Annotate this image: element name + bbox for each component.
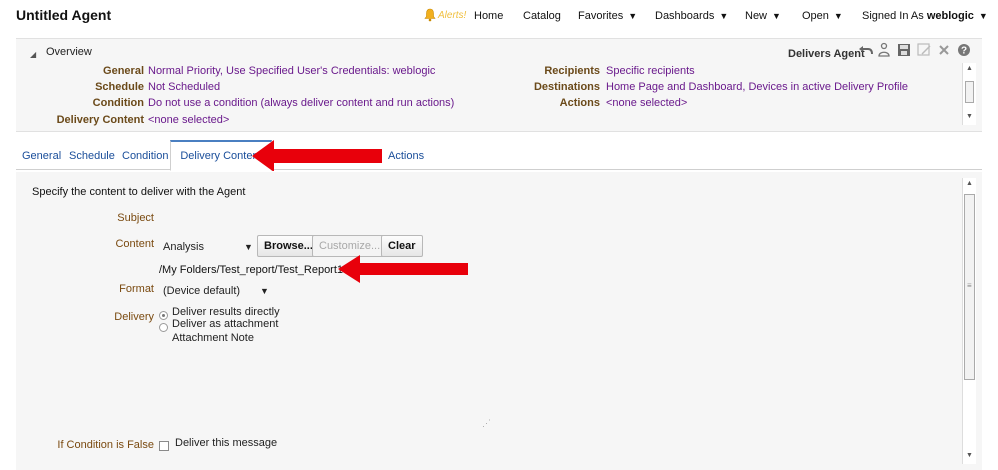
nav-favorites[interactable]: Favorites ▼: [578, 10, 637, 22]
ov-actions-value[interactable]: <none selected>: [606, 97, 687, 109]
format-select[interactable]: (Device default) ▼: [160, 282, 278, 300]
save-as-icon: [917, 43, 931, 56]
ov-condition-label: Condition: [92, 97, 144, 109]
nav-catalog[interactable]: Catalog: [523, 10, 561, 22]
top-bar: Untitled Agent Alerts! Home Catalog Favo…: [0, 0, 998, 32]
subject-label: Subject: [117, 212, 154, 224]
undo-icon[interactable]: [858, 42, 874, 58]
ov-delivery-content-label: Delivery Content: [56, 114, 144, 126]
scroll-down-icon[interactable]: ▼: [966, 113, 973, 120]
person-gear-icon[interactable]: [876, 42, 892, 58]
browse-button[interactable]: Browse...: [257, 235, 320, 257]
page-title: Untitled Agent: [16, 7, 112, 23]
content-type-select[interactable]: Analysis ▼: [160, 236, 256, 258]
overview-scrollbar[interactable]: ▲ ▼: [962, 63, 976, 125]
help-icon[interactable]: ?: [956, 42, 972, 58]
delivery-content-panel: Specify the content to deliver with the …: [16, 171, 982, 470]
ov-delivery-content-value[interactable]: <none selected>: [148, 114, 229, 126]
if-condition-false-label: If Condition is False: [57, 439, 154, 451]
nav-open-label: Open: [802, 10, 829, 22]
grip-icon: ≡: [967, 281, 972, 290]
deliver-message-checkbox[interactable]: [159, 441, 169, 451]
deliver-message-label: Deliver this message: [175, 437, 278, 449]
deliver-attachment-radio[interactable]: [159, 323, 168, 332]
format-value: (Device default): [163, 285, 241, 297]
ov-recipients-label: Recipients: [544, 65, 600, 77]
close-icon[interactable]: [936, 42, 952, 58]
nav-home[interactable]: Home: [474, 10, 503, 22]
instructions-text: Specify the content to deliver with the …: [32, 186, 246, 198]
format-label: Format: [119, 283, 154, 295]
ov-destinations-label: Destinations: [533, 81, 600, 93]
scroll-up-icon[interactable]: ▲: [966, 180, 973, 187]
scrollbar-thumb[interactable]: [965, 81, 974, 103]
tab-general[interactable]: General: [22, 150, 61, 162]
ov-actions-label: Actions: [559, 97, 600, 109]
ov-general-label: General: [103, 65, 144, 77]
deliver-attachment-label: Deliver as attachment: [172, 318, 279, 330]
overview-title: Overview: [46, 46, 92, 58]
nav-new-label: New: [745, 10, 768, 22]
annotation-arrow: [338, 255, 468, 283]
ov-recipients-value[interactable]: Specific recipients: [606, 65, 695, 77]
deliver-directly-radio[interactable]: [159, 311, 168, 320]
caret-down-icon: ▼: [628, 11, 638, 21]
caret-down-icon: ▼: [244, 242, 253, 252]
ov-destinations-value[interactable]: Home Page and Dashboard, Devices in acti…: [606, 81, 908, 93]
ov-condition-value[interactable]: Do not use a condition (always deliver c…: [148, 97, 454, 109]
ov-schedule-value[interactable]: Not Scheduled: [148, 81, 220, 93]
annotation-arrow: [252, 140, 382, 172]
caret-down-icon: ▼: [833, 11, 843, 21]
tab-actions[interactable]: Actions: [388, 150, 424, 162]
delivery-label: Delivery: [114, 311, 154, 323]
svg-text:?: ?: [961, 46, 967, 57]
tab-schedule[interactable]: Schedule: [69, 150, 115, 162]
content-type-value: Analysis: [163, 241, 204, 253]
delivers-agent-label: Delivers Agent: [788, 48, 865, 60]
caret-down-icon: ▼: [772, 11, 781, 21]
tab-bar: General Schedule Condition Delivery Cont…: [16, 140, 982, 171]
alerts-link[interactable]: Alerts!: [438, 10, 466, 21]
nav-favorites-label: Favorites: [578, 10, 624, 22]
caret-down-icon: ▼: [719, 11, 729, 21]
content-label: Content: [115, 238, 154, 250]
caret-down-icon: ▼: [260, 286, 269, 296]
panel-scrollbar[interactable]: ▲ ≡ ▼: [962, 178, 976, 464]
save-icon[interactable]: [896, 42, 912, 58]
signed-in-user: weblogic: [926, 10, 974, 22]
nav-new[interactable]: New ▼: [745, 10, 781, 22]
caret-down-icon: ▼: [978, 11, 988, 21]
signed-in-menu[interactable]: Signed In As weblogic ▼: [862, 10, 988, 22]
nav-dashboards-label: Dashboards: [655, 10, 715, 22]
resize-grip-icon[interactable]: ⋰: [482, 418, 491, 429]
ov-schedule-label: Schedule: [95, 81, 144, 93]
collapse-triangle-icon[interactable]: ◢: [30, 50, 36, 59]
scroll-down-icon[interactable]: ▼: [966, 452, 973, 459]
overview-panel: ◢ Overview Delivers Agent ? General Norm…: [16, 38, 982, 132]
attachment-note-label: Attachment Note: [172, 332, 254, 344]
signed-in-label: Signed In As: [862, 10, 924, 22]
scroll-up-icon[interactable]: ▲: [966, 65, 973, 72]
ov-general-value[interactable]: Normal Priority, Use Specified User's Cr…: [148, 65, 435, 77]
deliver-directly-label: Deliver results directly: [172, 306, 280, 318]
nav-dashboards[interactable]: Dashboards ▼: [655, 10, 728, 22]
bell-icon[interactable]: [424, 8, 436, 22]
tab-condition[interactable]: Condition: [122, 150, 168, 162]
content-path: /My Folders/Test_report/Test_Report1: [159, 264, 344, 276]
scrollbar-thumb[interactable]: ≡: [964, 194, 975, 380]
nav-open[interactable]: Open ▼: [802, 10, 843, 22]
